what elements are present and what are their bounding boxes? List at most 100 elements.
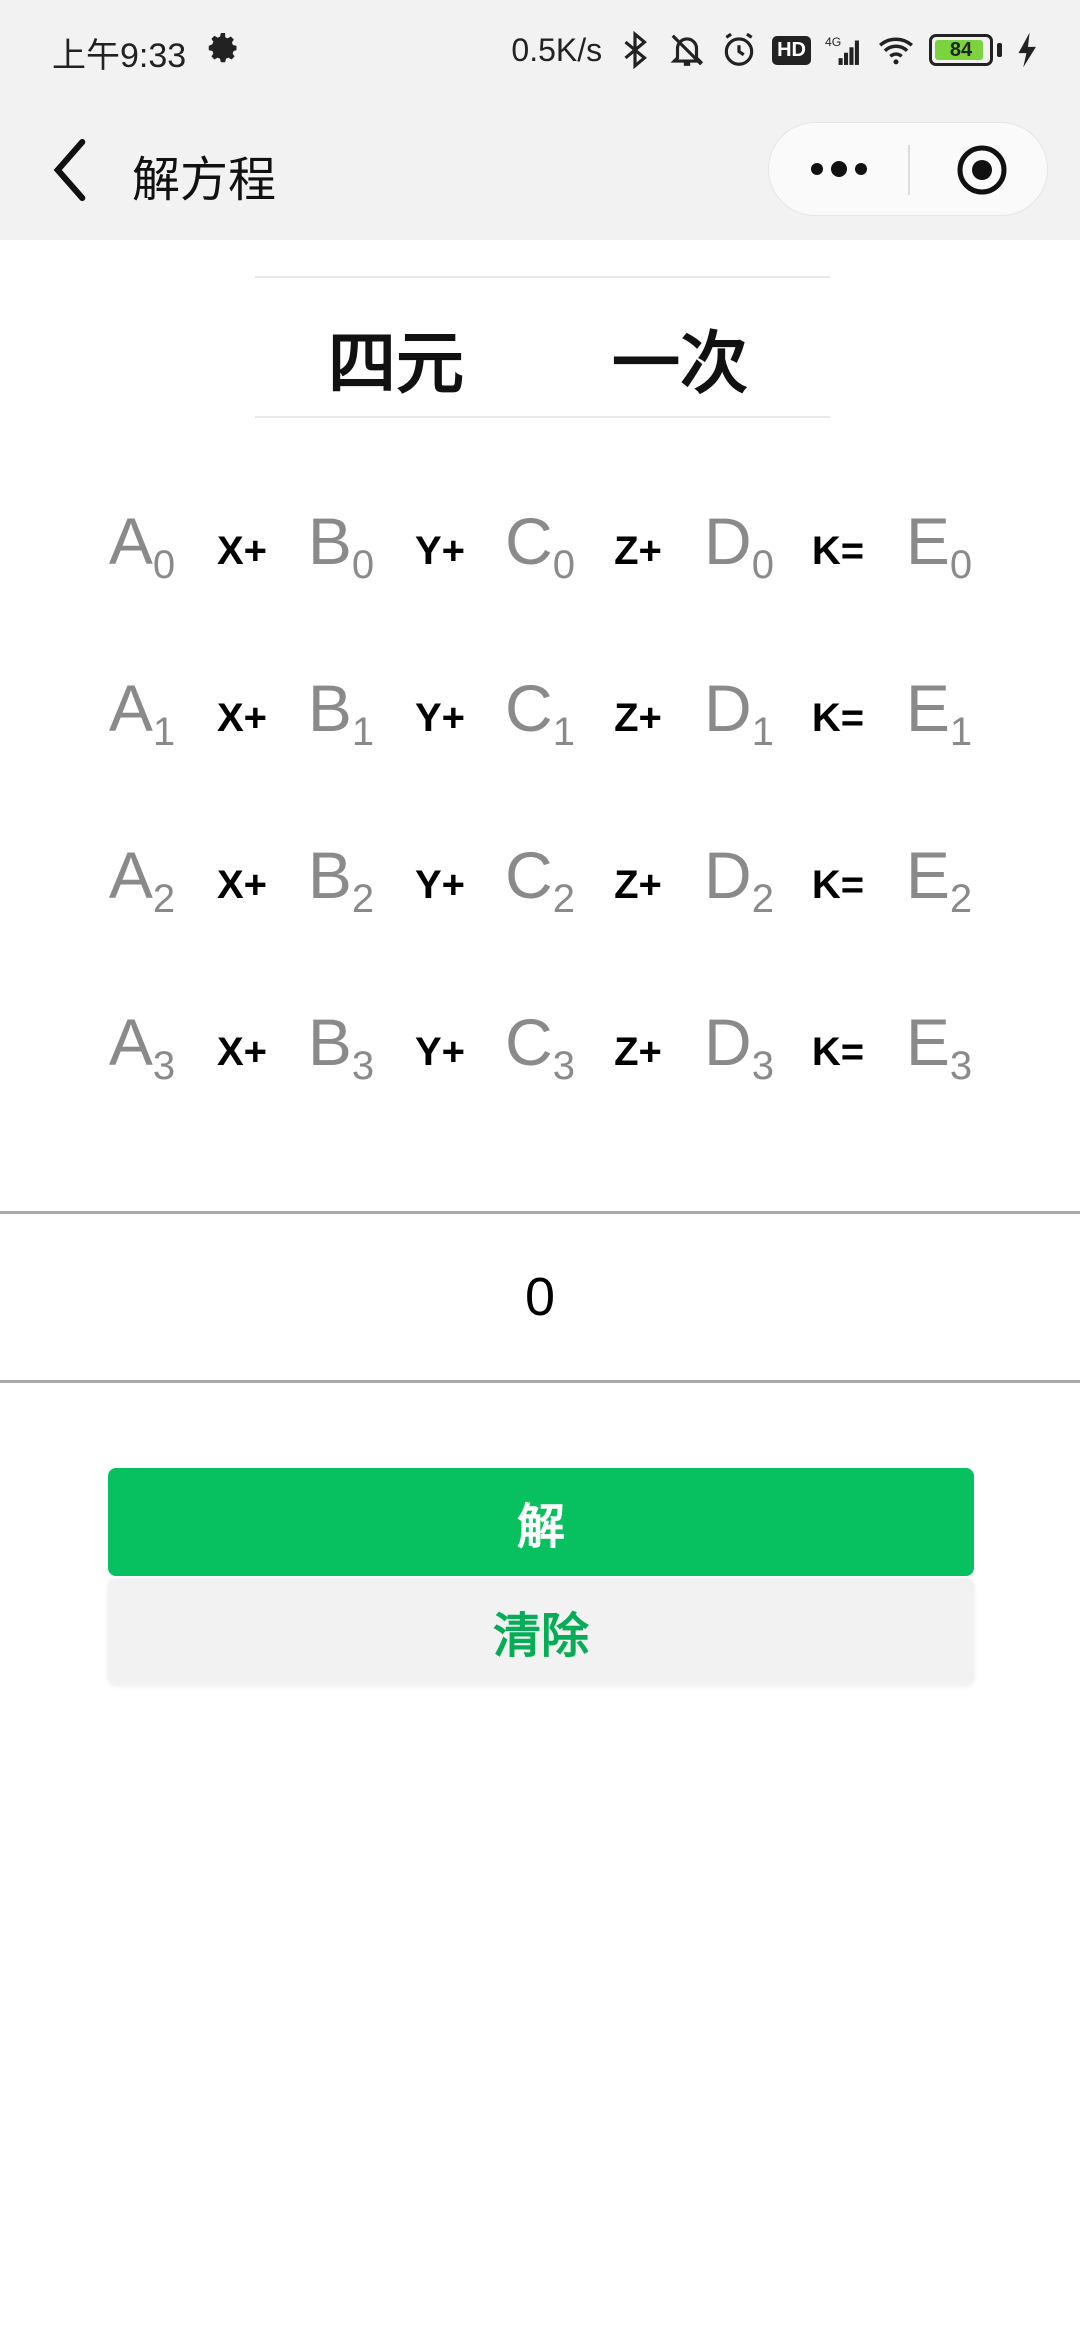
coef-c-input[interactable]: C2 — [485, 837, 595, 922]
coef-letter: D — [704, 671, 752, 745]
coef-sub: 3 — [351, 1044, 375, 1088]
coef-d-input[interactable]: D1 — [684, 670, 794, 755]
op-k: K= — [811, 696, 865, 740]
back-arrow-icon[interactable] — [40, 135, 100, 205]
signal-icon: 4G — [825, 35, 859, 65]
coef-sub: 2 — [552, 877, 575, 921]
wifi-icon — [879, 37, 913, 65]
status-time: 上午9:33 — [52, 37, 187, 75]
coef-e-input[interactable]: E1 — [884, 670, 994, 755]
coef-letter: E — [905, 1005, 950, 1079]
coef-letter: A — [108, 1005, 153, 1079]
degree-option[interactable]: 一次 — [612, 308, 748, 407]
coef-c-input[interactable]: C0 — [485, 503, 595, 588]
coef-d-input[interactable]: D3 — [684, 1004, 794, 1089]
coef-d-input[interactable]: D2 — [684, 837, 794, 922]
capsule-divider — [908, 145, 910, 195]
clear-button[interactable]: 清除 — [108, 1578, 974, 1684]
coef-sub: 1 — [351, 710, 375, 754]
equation-row-1: A1 X+ B1 Y+ C1 Z+ D1 K= E1 — [0, 670, 1080, 790]
op-x: X+ — [216, 529, 268, 573]
capsule-menu — [768, 122, 1048, 216]
op-k: K= — [811, 529, 865, 573]
coef-a-input[interactable]: A2 — [87, 837, 197, 922]
coef-letter: A — [108, 671, 153, 745]
coef-sub: 1 — [751, 710, 774, 754]
op-z: Z+ — [614, 1030, 662, 1074]
coef-sub: 0 — [351, 543, 375, 587]
coef-sub: 2 — [152, 877, 176, 921]
gear-icon — [208, 33, 237, 63]
dot — [831, 161, 847, 177]
coef-e-input[interactable]: E3 — [884, 1004, 994, 1089]
unknowns-count-option[interactable]: 四元 — [328, 308, 464, 407]
net-speed: 0.5K/s — [511, 31, 603, 68]
coef-sub: 2 — [351, 877, 375, 921]
op-x: X+ — [216, 696, 268, 740]
coef-a-input[interactable]: A1 — [87, 670, 197, 755]
coef-letter: A — [108, 838, 153, 912]
coef-letter: D — [704, 838, 752, 912]
dot — [811, 163, 823, 175]
charging-icon — [1018, 32, 1036, 68]
coef-sub: 3 — [751, 1044, 774, 1088]
coef-sub: 1 — [949, 710, 973, 754]
coef-letter: C — [505, 671, 553, 745]
coef-e-input[interactable]: E0 — [884, 503, 994, 588]
coef-sub: 0 — [751, 543, 774, 587]
equation-row-3: A3 X+ B3 Y+ C3 Z+ D3 K= E3 — [0, 1004, 1080, 1124]
coef-letter: B — [307, 504, 352, 578]
battery-icon: 84 — [929, 34, 993, 66]
coef-sub: 1 — [552, 710, 575, 754]
op-y: Y+ — [414, 529, 466, 573]
battery-cap — [997, 43, 1002, 57]
coef-c-input[interactable]: C1 — [485, 670, 595, 755]
op-y: Y+ — [414, 696, 466, 740]
equation-row-0: A0 X+ B0 Y+ C0 Z+ D0 K= E0 — [0, 503, 1080, 623]
equation-type-picker[interactable]: 四元 一次 — [255, 276, 830, 418]
svg-text:4G: 4G — [825, 35, 841, 49]
nav-bar: 解方程 — [0, 100, 1080, 240]
coef-a-input[interactable]: A0 — [87, 503, 197, 588]
coef-letter: E — [905, 504, 950, 578]
result-value: 0 — [524, 1267, 556, 1327]
result-display: 0 — [0, 1211, 1080, 1383]
coef-b-input[interactable]: B2 — [286, 837, 396, 922]
bluetooth-icon — [624, 31, 648, 69]
coef-letter: C — [505, 504, 553, 578]
coef-letter: C — [505, 1005, 553, 1079]
coef-b-input[interactable]: B1 — [286, 670, 396, 755]
coef-sub: 3 — [949, 1044, 973, 1088]
coef-letter: A — [108, 504, 153, 578]
op-z: Z+ — [614, 696, 662, 740]
status-bar: 上午9:33 0.5K/s HD 4G 84 — [0, 0, 1080, 100]
battery-text: 84 — [949, 38, 973, 61]
coef-d-input[interactable]: D0 — [684, 503, 794, 588]
status-icons: 0.5K/s HD 4G 84 — [511, 28, 1040, 72]
op-z: Z+ — [614, 863, 662, 907]
op-x: X+ — [216, 1030, 268, 1074]
coef-letter: D — [704, 504, 752, 578]
coef-e-input[interactable]: E2 — [884, 837, 994, 922]
op-k: K= — [811, 863, 865, 907]
coef-a-input[interactable]: A3 — [87, 1004, 197, 1089]
op-y: Y+ — [414, 1030, 466, 1074]
more-dots-icon[interactable] — [769, 123, 909, 215]
op-k: K= — [811, 1030, 865, 1074]
page-title: 解方程 — [132, 154, 277, 207]
coef-letter: C — [505, 838, 553, 912]
coef-sub: 0 — [552, 543, 575, 587]
coef-sub: 0 — [152, 543, 176, 587]
coef-sub: 2 — [751, 877, 774, 921]
coef-letter: B — [307, 671, 352, 745]
coef-b-input[interactable]: B0 — [286, 503, 396, 588]
close-target-icon[interactable] — [955, 143, 1009, 197]
coef-b-input[interactable]: B3 — [286, 1004, 396, 1089]
coef-letter: E — [905, 838, 950, 912]
coef-sub: 3 — [152, 1044, 176, 1088]
coef-letter: B — [307, 1005, 352, 1079]
solve-button[interactable]: 解 — [108, 1468, 974, 1576]
coef-c-input[interactable]: C3 — [485, 1004, 595, 1089]
coef-letter: E — [905, 671, 950, 745]
equation-row-2: A2 X+ B2 Y+ C2 Z+ D2 K= E2 — [0, 837, 1080, 957]
